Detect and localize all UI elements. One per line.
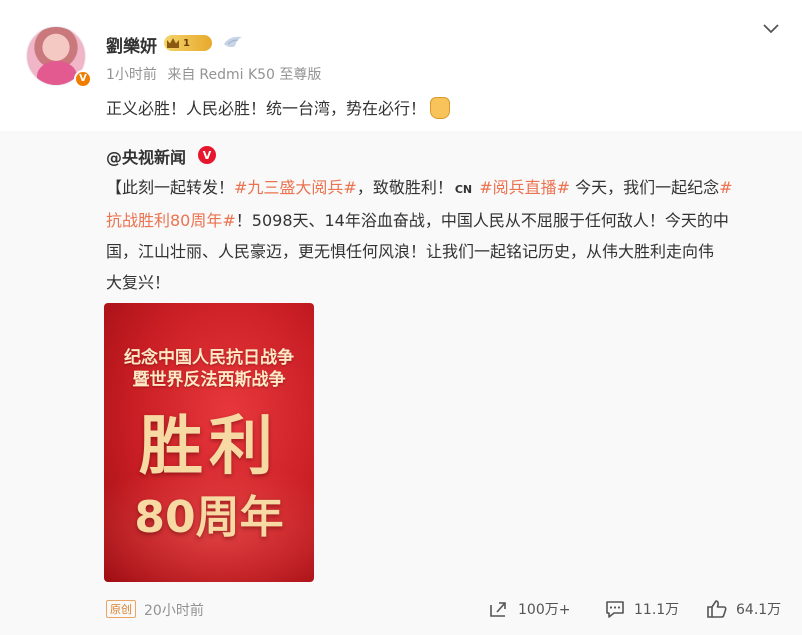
poster-victory: 胜利: [139, 410, 279, 484]
weibo-post: V 劉樂妍 1 1小时前 来自 Redmi K50 至尊版 正义必胜！人民必胜！统…: [0, 0, 802, 635]
hashtag-link[interactable]: #九三盛大阅兵#: [234, 178, 357, 197]
username[interactable]: 劉樂妍: [106, 32, 157, 57]
comment-count: 11.1万: [634, 602, 680, 618]
retweet-author[interactable]: @央视新闻: [106, 144, 186, 168]
retweet-text-line: 【此刻一起转发！#九三盛大阅兵#，致敬胜利！ CN #阅兵直播# 今天，我们一起纪…: [106, 172, 786, 205]
chevron-down-icon[interactable]: [762, 22, 780, 36]
poster-anniversary: 80周年: [134, 492, 284, 543]
bird-icon[interactable]: [222, 34, 244, 50]
text-segment: 【此刻一起转发！: [106, 178, 235, 197]
retweet-text-line: 大复兴！: [106, 267, 786, 298]
retweet-text-line: 国，江山壮丽、人民豪迈，更无惧任何风浪！让我们一起铭记历史，从伟大胜利走向伟: [106, 236, 786, 267]
source-prefix: 来自: [167, 67, 196, 83]
text-segment: 国，江山壮丽、人民豪迈，更无惧任何风浪！让我们一起铭记历史，从伟大胜利走向伟: [106, 242, 715, 261]
vip-level: 1: [183, 37, 190, 49]
hashtag-link[interactable]: 抗战胜利80周年#: [106, 211, 236, 230]
retweet-image[interactable]: 纪念中国人民抗日战争 暨世界反法西斯战争 胜利 80周年: [104, 303, 314, 582]
post-text: 正义必胜！人民必胜！统一台湾，势在必行！: [106, 96, 451, 122]
poster-line-2: 暨世界反法西斯战争: [132, 370, 286, 390]
text-segment: ！5098天、14年浴血奋战，中国人民从不屈服于任何敌人！今天的中: [235, 211, 729, 230]
hashtag-link[interactable]: #阅兵直播#: [479, 178, 570, 197]
repost-button[interactable]: 100万+: [488, 598, 570, 620]
text-segment: 今天，我们一起纪念: [570, 178, 720, 197]
repost-count: 100万+: [518, 602, 571, 618]
crown-icon: [167, 38, 179, 48]
fist-emoji-icon: [430, 97, 451, 119]
like-button[interactable]: 64.1万: [706, 598, 781, 620]
post-time[interactable]: 1小时前: [106, 67, 157, 83]
text-segment: 大复兴！: [106, 273, 171, 292]
source-device[interactable]: Redmi K50 至尊版: [199, 67, 321, 83]
comment-button[interactable]: 11.1万: [604, 598, 679, 620]
retweet-time[interactable]: 20小时前: [144, 600, 204, 620]
cn-flag-icon: CN: [454, 183, 473, 196]
post-text-content: 正义必胜！人民必胜！统一台湾，势在必行！: [106, 99, 427, 118]
verified-v-icon: V: [198, 146, 216, 164]
vip-badge[interactable]: 1: [164, 35, 212, 51]
retweet-text-line: 抗战胜利80周年#！5098天、14年浴血奋战，中国人民从不屈服于任何敌人！今天…: [106, 205, 786, 236]
original-tag: 原创: [106, 600, 136, 618]
text-segment: ，致敬胜利！: [356, 178, 453, 197]
retweet-text: 【此刻一起转发！#九三盛大阅兵#，致敬胜利！ CN #阅兵直播# 今天，我们一起纪…: [106, 172, 786, 298]
hashtag-link[interactable]: #: [719, 178, 732, 197]
thumbs-up-icon: [707, 600, 727, 618]
comment-icon: [606, 601, 624, 618]
like-count: 64.1万: [736, 602, 782, 618]
verified-v-icon: V: [74, 70, 92, 88]
repost-icon: [490, 602, 506, 617]
avatar[interactable]: V: [26, 26, 96, 88]
post-meta: 1小时前 来自 Redmi K50 至尊版: [106, 64, 321, 84]
